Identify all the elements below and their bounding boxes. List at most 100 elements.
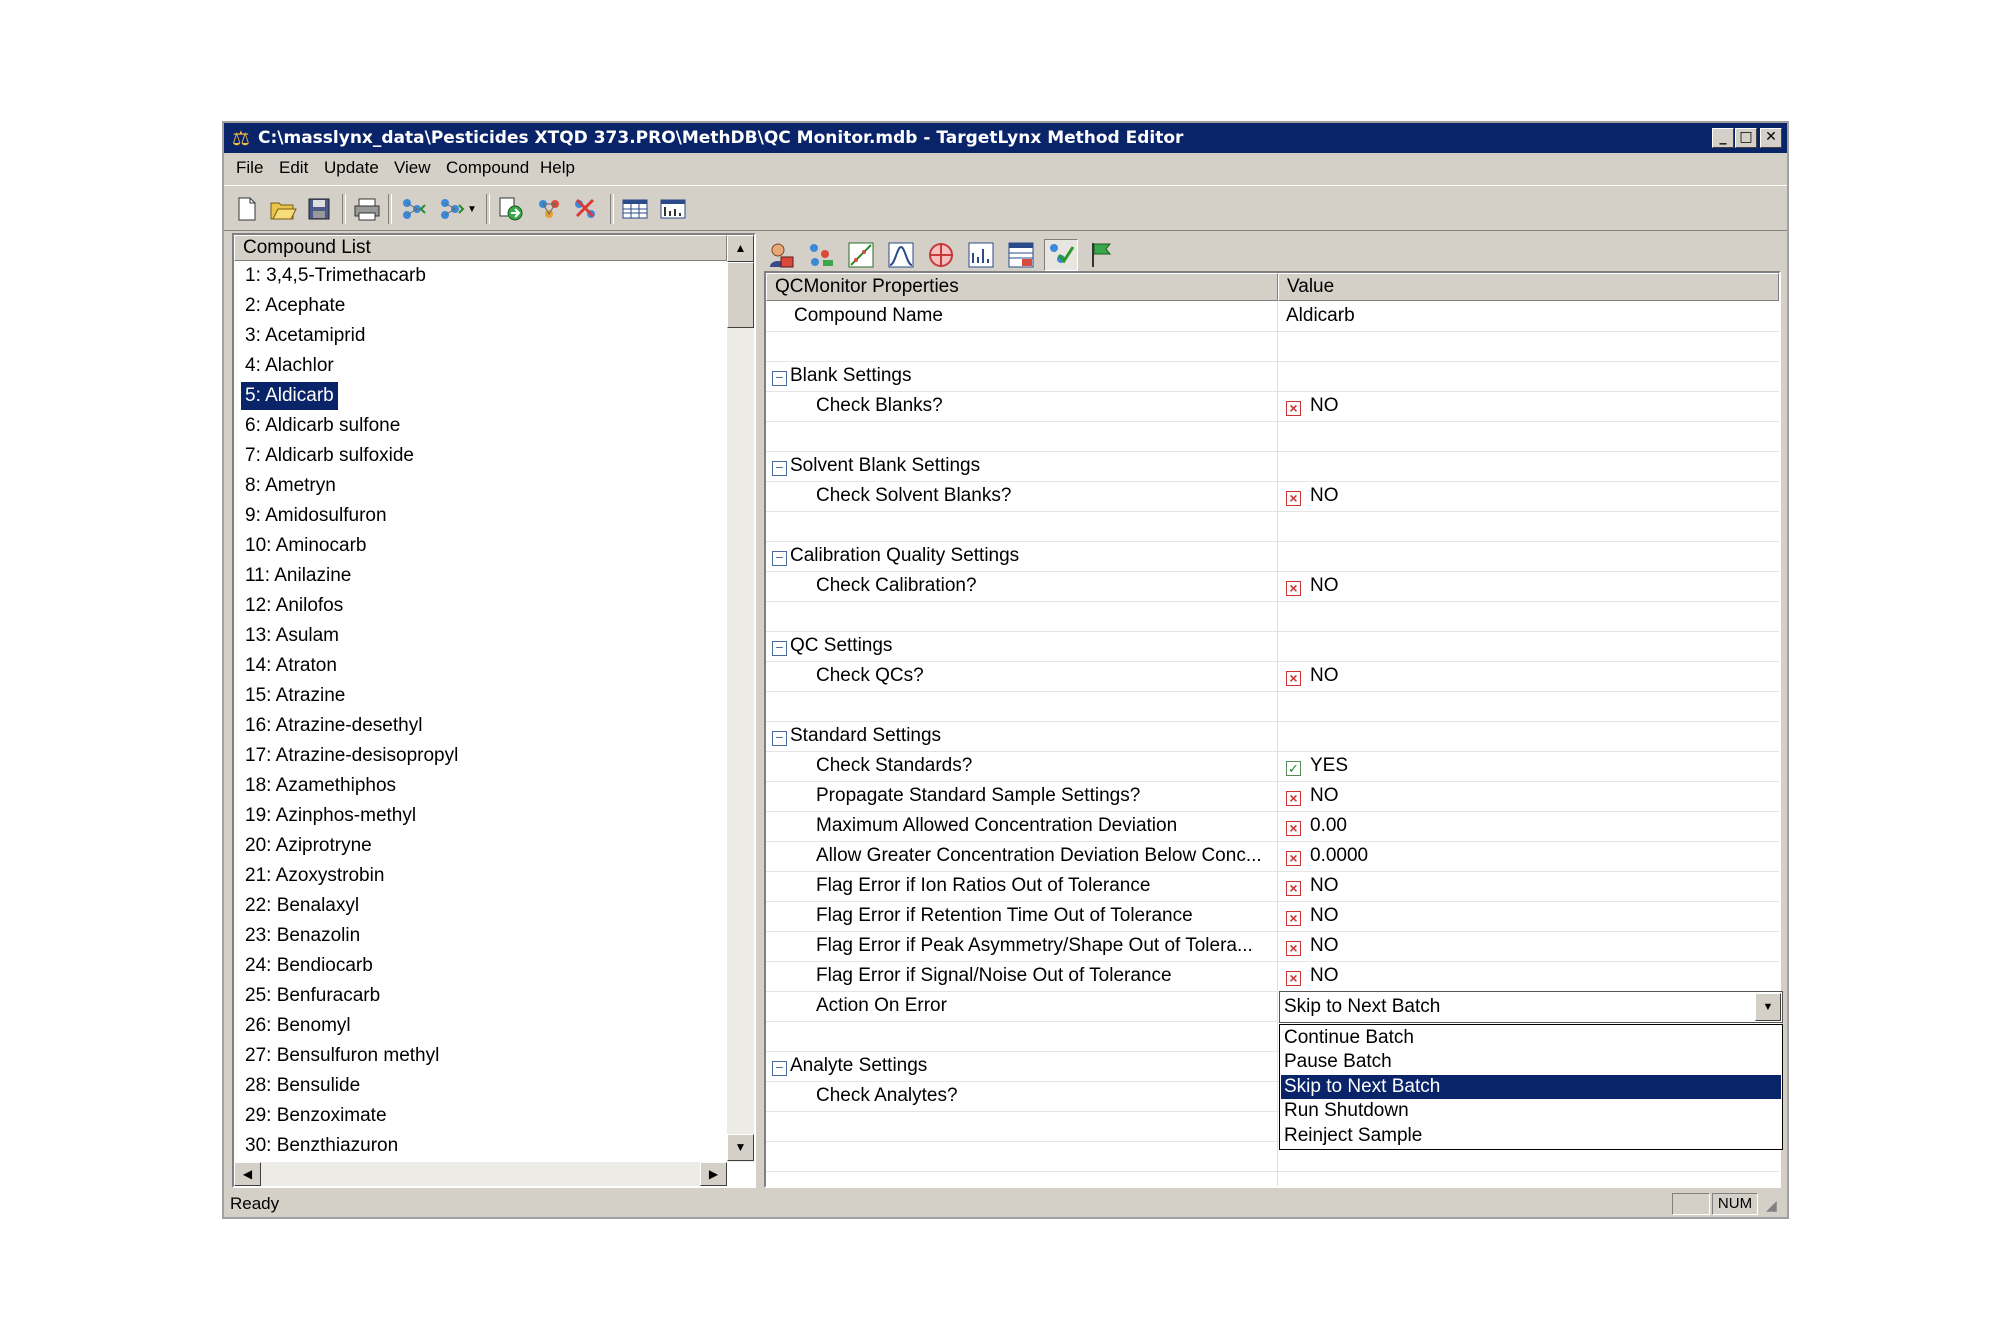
scroll-up-button[interactable]: ▲ <box>727 235 754 262</box>
combo-dropdown-button[interactable]: ▼ <box>1755 993 1781 1021</box>
compound-list-item[interactable]: 13: Asulam <box>241 622 343 650</box>
scroll-down-button[interactable]: ▼ <box>727 1134 754 1161</box>
compound-list-item[interactable]: 17: Atrazine-desisopropyl <box>241 742 462 770</box>
property-value[interactable]: × NO <box>1286 661 1339 691</box>
compound-list-item[interactable]: 5: Aldicarb <box>241 382 338 410</box>
property-row[interactable]: Propagate Standard Sample Settings? × NO <box>766 781 1779 812</box>
collapse-icon[interactable]: − <box>772 640 787 656</box>
qc-monitor-button[interactable] <box>1044 239 1078 271</box>
property-row[interactable]: Flag Error if Signal/Noise Out of Tolera… <box>766 961 1779 992</box>
property-value[interactable]: Aldicarb <box>1286 301 1355 331</box>
integration-button[interactable] <box>884 239 918 271</box>
compound-list-item[interactable]: 29: Benzoximate <box>241 1102 391 1130</box>
delete-compound-button[interactable] <box>570 194 600 224</box>
compound-list-item[interactable]: 9: Amidosulfuron <box>241 502 391 530</box>
calibration-button[interactable] <box>844 239 878 271</box>
property-value[interactable]: × NO <box>1286 901 1339 931</box>
unchecked-x-icon[interactable]: × <box>1286 791 1301 806</box>
unchecked-x-icon[interactable]: × <box>1286 821 1301 836</box>
unchecked-x-icon[interactable]: × <box>1286 971 1301 986</box>
title-bar[interactable]: ⚖ C:\masslynx_data\Pesticides XTQD 373.P… <box>224 123 1787 153</box>
unchecked-x-icon[interactable]: × <box>1286 581 1301 596</box>
scroll-right-button[interactable]: ▶ <box>700 1162 727 1186</box>
compound-list-item[interactable]: 2: Acephate <box>241 292 349 320</box>
menu-update[interactable]: Update <box>324 158 379 178</box>
checked-icon[interactable]: ✓ <box>1286 761 1301 776</box>
property-group-row[interactable]: − Solvent Blank Settings <box>766 451 1779 482</box>
print-button[interactable] <box>352 194 382 224</box>
compound-list-item[interactable]: 6: Aldicarb sulfone <box>241 412 404 440</box>
property-row[interactable]: Check Solvent Blanks? × NO <box>766 481 1779 512</box>
dropdown-option[interactable]: Run Shutdown <box>1281 1099 1781 1123</box>
action-on-error-select[interactable]: Skip to Next Batch ▼ <box>1279 991 1783 1023</box>
peaks-button[interactable] <box>804 239 838 271</box>
compound-list-item[interactable]: 3: Acetamiprid <box>241 322 369 350</box>
compound-list-item[interactable]: 19: Azinphos-methyl <box>241 802 420 830</box>
dropdown-option[interactable]: Skip to Next Batch <box>1281 1074 1781 1099</box>
compound-list-item[interactable]: 24: Bendiocarb <box>241 952 377 980</box>
collapse-icon[interactable]: − <box>772 1060 787 1076</box>
unchecked-x-icon[interactable]: × <box>1286 911 1301 926</box>
dropdown-option[interactable]: Continue Batch <box>1281 1026 1781 1050</box>
unchecked-x-icon[interactable]: × <box>1286 491 1301 506</box>
database-button[interactable] <box>1004 239 1038 271</box>
compound-list-item[interactable]: 18: Azamethiphos <box>241 772 400 800</box>
next-compound-button[interactable] <box>436 194 466 224</box>
property-row[interactable]: Flag Error if Ion Ratios Out of Toleranc… <box>766 871 1779 902</box>
property-value[interactable]: × NO <box>1286 391 1339 421</box>
compound-list-item[interactable]: 21: Azoxystrobin <box>241 862 388 890</box>
table-view-button[interactable] <box>620 194 650 224</box>
menu-edit[interactable]: Edit <box>279 158 308 178</box>
property-group-row[interactable]: − Calibration Quality Settings <box>766 541 1779 572</box>
property-value[interactable]: ✓ YES <box>1286 751 1348 781</box>
menu-view[interactable]: View <box>394 158 431 178</box>
property-row[interactable]: Maximum Allowed Concentration Deviation ×… <box>766 811 1779 842</box>
property-value[interactable]: × 0.0000 <box>1286 841 1368 871</box>
target-button[interactable] <box>924 239 958 271</box>
compound-list-item[interactable]: 12: Anilofos <box>241 592 347 620</box>
collapse-icon[interactable]: − <box>772 550 787 566</box>
compound-list-item[interactable]: 7: Aldicarb sulfoxide <box>241 442 418 470</box>
import-button[interactable] <box>496 194 526 224</box>
compound-list-item[interactable]: 25: Benfuracarb <box>241 982 384 1010</box>
save-button[interactable] <box>304 194 334 224</box>
property-row[interactable]: Allow Greater Concentration Deviation Be… <box>766 841 1779 872</box>
close-button[interactable]: ✕ <box>1760 128 1782 148</box>
property-group-row[interactable]: − QC Settings <box>766 631 1779 662</box>
property-value[interactable]: × 0.00 <box>1286 811 1347 841</box>
property-row[interactable]: Compound Name Aldicarb <box>766 301 1779 332</box>
maximize-button[interactable]: □ <box>1735 128 1757 148</box>
compound-list-item[interactable]: 22: Benalaxyl <box>241 892 363 920</box>
compound-props-button[interactable] <box>764 239 798 271</box>
minimize-button[interactable]: _ <box>1712 128 1734 148</box>
scroll-thumb[interactable] <box>727 262 754 328</box>
report-button[interactable] <box>964 239 998 271</box>
compound-list-item[interactable]: 14: Atraton <box>241 652 341 680</box>
menu-compound[interactable]: Compound <box>446 158 529 178</box>
property-row[interactable]: Flag Error if Retention Time Out of Tole… <box>766 901 1779 932</box>
property-row[interactable]: Check Standards? ✓ YES <box>766 751 1779 782</box>
property-row[interactable]: Check Blanks? × NO <box>766 391 1779 422</box>
unchecked-x-icon[interactable]: × <box>1286 851 1301 866</box>
compound-list-item[interactable]: 16: Atrazine-desethyl <box>241 712 426 740</box>
prev-compound-button[interactable] <box>398 194 428 224</box>
property-value[interactable]: × NO <box>1286 961 1339 991</box>
property-value[interactable]: × NO <box>1286 931 1339 961</box>
property-group-row[interactable]: − Standard Settings <box>766 721 1779 752</box>
collapse-icon[interactable]: − <box>772 370 787 386</box>
compound-list-item[interactable]: 1: 3,4,5-Trimethacarb <box>241 262 430 290</box>
resize-grip-icon[interactable]: ◢ <box>1766 1197 1777 1214</box>
unchecked-x-icon[interactable]: × <box>1286 671 1301 686</box>
flag-button[interactable] <box>1084 239 1118 271</box>
property-row[interactable]: Check Calibration? × NO <box>766 571 1779 602</box>
unchecked-x-icon[interactable]: × <box>1286 401 1301 416</box>
compound-list-item[interactable]: 4: Alachlor <box>241 352 338 380</box>
property-value[interactable]: × NO <box>1286 481 1339 511</box>
property-column-header[interactable]: QCMonitor Properties <box>766 273 1278 301</box>
compound-list-item[interactable]: 10: Aminocarb <box>241 532 370 560</box>
new-button[interactable] <box>232 194 262 224</box>
dropdown-button[interactable]: ▼ <box>464 194 480 224</box>
vertical-scrollbar[interactable]: ▲ ▼ <box>727 235 754 1162</box>
collapse-icon[interactable]: − <box>772 460 787 476</box>
compound-list[interactable]: 1: 3,4,5-Trimethacarb 2: Acephate 3: Aceta… <box>234 261 727 1161</box>
